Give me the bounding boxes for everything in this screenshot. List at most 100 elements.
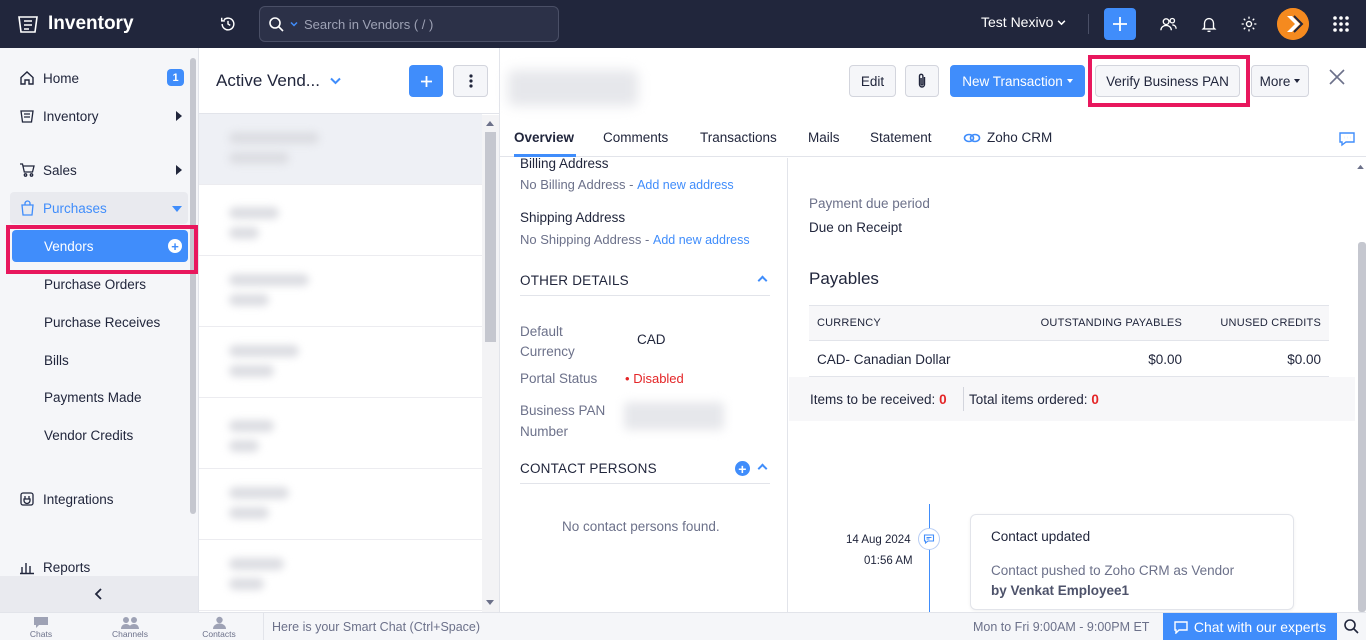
bottom-bar: Chats Channels Contacts Here is your Sma… — [0, 612, 1366, 640]
add-billing-address-link[interactable]: Add new address — [637, 178, 734, 192]
quick-create-button[interactable] — [1104, 8, 1136, 40]
smart-chat-input[interactable]: Here is your Smart Chat (Ctrl+Space) — [263, 613, 963, 640]
table-row: CAD- Canadian Dollar $0.00 $0.00 — [809, 341, 1329, 377]
organization-switcher[interactable]: Test Nexivo — [981, 14, 1066, 30]
box-icon — [18, 107, 36, 125]
gear-icon — [1241, 16, 1257, 32]
divider — [963, 387, 964, 411]
list-item[interactable] — [199, 469, 482, 540]
sidebar: Home 1 Inventory Sales Purchases Vendors… — [0, 48, 199, 612]
chats-button[interactable]: Chats — [11, 616, 71, 640]
sidebar-item-payments-made[interactable]: Payments Made — [12, 381, 188, 413]
bottom-search-button[interactable] — [1343, 618, 1361, 636]
list-item[interactable] — [199, 185, 482, 256]
search-icon[interactable] — [268, 16, 284, 32]
tab-comments[interactable]: Comments — [603, 130, 668, 145]
list-item[interactable] — [199, 256, 482, 327]
apps-menu-button[interactable] — [1329, 12, 1353, 36]
verify-business-pan-button[interactable]: Verify Business PAN — [1095, 65, 1240, 97]
sidebar-item-sales[interactable]: Sales — [10, 154, 188, 186]
search-input[interactable] — [304, 16, 544, 32]
list-scrollbar-thumb[interactable] — [485, 132, 496, 342]
list-item[interactable] — [199, 114, 482, 185]
vendor-summary-column: Payment due period Due on Receipt Payabl… — [789, 158, 1366, 612]
tab-mails[interactable]: Mails — [808, 130, 840, 145]
blurred-vendor-detail — [229, 440, 259, 452]
other-details-header[interactable]: OTHER DETAILS — [520, 266, 770, 296]
column-header-unused: UNUSED CREDITS — [1220, 317, 1321, 329]
chevron-down-icon — [1057, 19, 1066, 25]
payables-table: CURRENCY OUTSTANDING PAYABLES UNUSED CRE… — [809, 305, 1329, 377]
list-item[interactable] — [199, 398, 482, 469]
chevron-down-icon[interactable] — [486, 600, 494, 606]
caret-down-icon — [1294, 79, 1301, 83]
tab-transactions[interactable]: Transactions — [700, 130, 777, 145]
notifications-button[interactable] — [1197, 12, 1221, 36]
inventory-logo-icon — [18, 16, 38, 33]
list-item[interactable] — [199, 327, 482, 398]
sidebar-item-purchase-receives[interactable]: Purchase Receives — [12, 306, 188, 338]
edit-button[interactable]: Edit — [849, 65, 896, 97]
blurred-vendor-name — [229, 132, 319, 144]
chevron-down-icon — [330, 77, 341, 84]
attach-button[interactable] — [905, 65, 939, 97]
billing-address-label: Billing Address — [520, 158, 609, 171]
chevron-up-icon[interactable] — [1357, 164, 1364, 169]
user-avatar[interactable] — [1277, 8, 1309, 40]
list-options-button[interactable] — [453, 65, 488, 97]
sidebar-item-purchase-orders[interactable]: Purchase Orders — [12, 268, 188, 300]
tab-zoho-crm[interactable]: Zoho CRM — [963, 130, 1052, 145]
label-line: Business PAN — [520, 403, 606, 418]
contacts-label: Contacts — [202, 629, 236, 639]
sidebar-item-purchases[interactable]: Purchases — [10, 192, 188, 224]
sidebar-item-vendors[interactable]: Vendors + — [12, 230, 188, 262]
app-title: Inventory — [48, 13, 134, 34]
label-line: Default — [520, 324, 563, 339]
sidebar-item-home[interactable]: Home 1 — [10, 62, 188, 94]
sidebar-item-vendor-credits[interactable]: Vendor Credits — [12, 419, 188, 451]
global-search[interactable] — [259, 6, 559, 42]
items-ordered-value: 0 — [1091, 392, 1099, 407]
add-vendor-button[interactable] — [409, 65, 443, 97]
channels-button[interactable]: Channels — [100, 616, 160, 640]
close-button[interactable] — [1328, 68, 1350, 90]
contacts-button[interactable]: Contacts — [189, 616, 249, 640]
add-vendor-icon[interactable]: + — [168, 239, 182, 253]
sidebar-item-bills[interactable]: Bills — [12, 344, 188, 376]
tab-statement[interactable]: Statement — [870, 130, 932, 145]
detail-scrollbar-thumb[interactable] — [1358, 242, 1366, 612]
chat-with-experts-button[interactable]: Chat with our experts — [1163, 613, 1337, 640]
sidebar-item-inventory[interactable]: Inventory — [10, 100, 188, 132]
users-icon — [1159, 17, 1177, 30]
chevron-up-icon[interactable] — [486, 120, 494, 126]
contact-persons-header[interactable]: CONTACT PERSONS + — [520, 454, 770, 484]
sidebar-item-integrations[interactable]: Integrations — [10, 483, 188, 515]
feedback-button[interactable] — [1338, 130, 1358, 150]
blurred-vendor-detail — [229, 365, 274, 377]
items-ordered: Total items ordered: 0 — [969, 392, 1099, 407]
add-contact-person-icon[interactable]: + — [735, 461, 750, 476]
sidebar-collapse-button[interactable] — [0, 576, 198, 612]
new-transaction-button[interactable]: New Transaction — [950, 65, 1085, 97]
section-title: OTHER DETAILS — [520, 273, 629, 288]
tab-overview[interactable]: Overview — [514, 130, 574, 145]
users-button[interactable] — [1156, 12, 1180, 36]
sidebar-scrollbar[interactable] — [190, 58, 196, 514]
app-brand[interactable]: Inventory — [0, 0, 199, 48]
list-view-selector[interactable]: Active Vend... — [216, 71, 341, 91]
settings-button[interactable] — [1237, 12, 1261, 36]
chat-icon — [34, 617, 48, 628]
list-item[interactable] — [199, 540, 482, 611]
contact-icon — [212, 616, 226, 629]
label-line: Currency — [520, 344, 575, 359]
bell-icon — [1201, 17, 1217, 33]
chats-label: Chats — [29, 629, 53, 639]
avatar-logo-icon — [1277, 8, 1309, 40]
add-shipping-address-link[interactable]: Add new address — [653, 233, 750, 247]
more-button[interactable]: More — [1251, 65, 1309, 97]
chevron-down-icon[interactable] — [290, 20, 298, 28]
chevron-right-icon — [176, 165, 182, 175]
recent-activity-button[interactable] — [216, 12, 240, 36]
payables-title: Payables — [809, 269, 879, 288]
notification-badge: 1 — [167, 69, 184, 86]
